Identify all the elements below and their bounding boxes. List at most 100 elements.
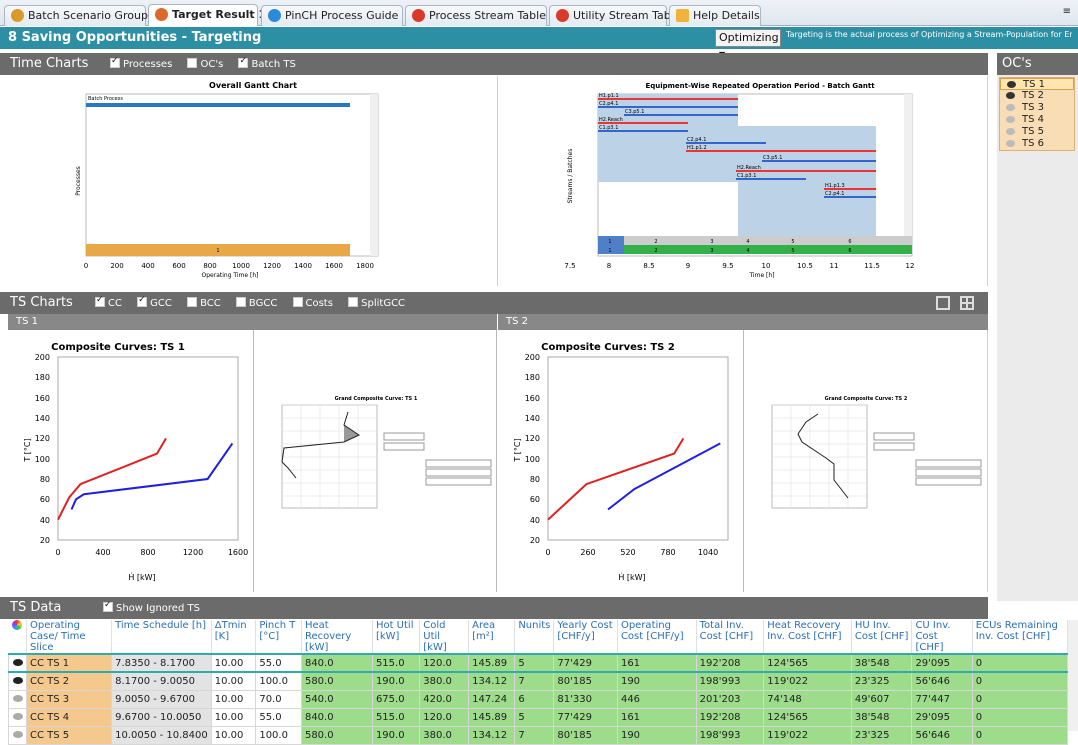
eye-icon[interactable] [12,658,23,666]
tab-target-result[interactable]: Target Result 1 () [148,4,280,26]
mode-dropdown[interactable]: Optimizing ▼ [715,29,781,59]
tab-overflow-icon[interactable]: ≡ [1063,6,1071,17]
table-cell: 80'185 [553,671,618,691]
column-header[interactable]: Hot Util [kW] [372,620,421,654]
costs-checkbox[interactable]: Costs [292,297,339,309]
grid-view-icon[interactable] [960,296,974,310]
column-header[interactable]: Total Inv. Cost [CHF] [696,620,765,654]
svg-text:6: 6 [848,239,851,245]
table-cell: 0 [971,689,1069,709]
column-header[interactable]: Heat Recovery Inv. Cost [CHF] [763,620,852,654]
svg-text:140: 140 [35,414,50,423]
table-cell: 56'646 [911,671,973,691]
ts2-tab[interactable]: TS 2 [498,314,988,330]
table-cell: 201'203 [695,689,765,709]
splitgcc-checkbox[interactable]: SplitGCC [348,297,411,309]
table-cell: 49'607 [850,689,913,709]
show-ignored-checkbox[interactable]: Show Ignored TS [103,600,206,614]
tab-bar: Batch Scenario Group Target Result 1 () … [0,0,1078,26]
eye-icon[interactable] [12,712,23,720]
bcc-checkbox[interactable]: BCC [187,297,227,309]
list-item[interactable]: TS 6 [1000,138,1074,150]
grand-composite-ts2: Grand Composite Curve: TS 2 [771,396,982,509]
svg-text:6: 6 [848,248,851,254]
ts1-tab[interactable]: TS 1 [8,314,497,330]
column-header[interactable]: Yearly Cost [CHF/y] [553,620,618,654]
tab-utility-stream-table[interactable]: Utility Stream Table [549,5,681,26]
table-cell[interactable]: 10.00 [210,707,257,727]
y-label: T [°C] [23,438,32,462]
column-header[interactable]: CU Inv. Cost [CHF] [911,620,973,654]
bgcc-checkbox[interactable]: BGCC [235,297,283,309]
column-header[interactable]: Nunits [514,620,555,654]
processes-checkbox[interactable]: Processes [110,56,178,70]
table-row[interactable]: CC TS 4 9.6700 - 10.0050 10.00 55.0 840.0 515… [8,707,1069,727]
cc-checkbox[interactable]: CC [95,295,128,309]
ts-data-table: Operating Case/ Time Slice Time Schedule … [8,620,1069,745]
svg-text:2: 2 [654,248,657,254]
table-row[interactable]: CC TS 3 9.0050 - 9.6700 10.00 70.0 540.0 675.… [8,689,1069,709]
table-cell[interactable]: 10.00 [210,689,257,709]
table-row[interactable]: CC TS 5 10.0050 - 10.8400 10.00 100.0 580.0 1… [8,725,1069,745]
table-cell: 840.0 [300,707,373,727]
ts-charts-bar: TS Charts CC GCC BCC BGCC Costs SplitGCC [0,292,988,314]
scrollbar[interactable] [370,94,378,256]
gcc-checkbox[interactable]: GCC [137,295,178,309]
list-item[interactable]: TS 5 [1000,126,1074,138]
eye-icon[interactable] [12,676,23,684]
scrollbar[interactable] [904,94,912,236]
tab-process-stream-table[interactable]: Process Stream Table [405,5,547,26]
tab-pinch-process-guide[interactable]: PinCH Process Guide [261,5,403,26]
column-header[interactable]: Area [m²] [468,620,516,654]
list-item[interactable]: TS 2 [1000,90,1074,102]
gcc-ts2-panel: Grand Composite Curve: TS 2 [746,330,988,592]
ts-label: 1 [216,248,219,254]
column-header[interactable]: Pinch T [°C] [255,620,302,654]
ocs-checkbox[interactable]: OC's [187,58,229,70]
table-cell: 120.0 [419,707,470,727]
table-cell: 120.0 [419,653,470,673]
stream-icon [556,9,569,22]
tab-help-details[interactable]: Help Details [669,5,761,26]
column-header[interactable]: ΔTmin [K] [211,620,257,654]
table-cell: 190 [616,671,697,691]
x-label: Ḣ [kW] [618,572,645,582]
list-item[interactable]: TS 1 [1000,78,1074,90]
column-header[interactable]: Time Schedule [h] [111,620,212,654]
column-header[interactable]: Heat Recovery [kW] [301,620,373,654]
table-cell: 55.0 [255,707,302,727]
table-row[interactable]: CC TS 2 8.1700 - 9.0050 10.00 100.0 580.0 190… [8,671,1069,691]
batch-ts-checkbox[interactable]: Batch TS [238,56,301,70]
table-cell: 134.12 [468,671,516,691]
svg-text:11: 11 [830,262,839,270]
tab-batch-scenario-group[interactable]: Batch Scenario Group [4,5,148,26]
section-title: TS Data [10,600,62,615]
gcc-controls [383,432,492,486]
column-header[interactable]: Operating Cost [CHF/y] [617,620,697,654]
column-header[interactable]: HU Inv. Cost [CHF] [851,620,913,654]
target-icon [155,8,168,21]
list-view-icon[interactable] [936,296,950,310]
column-header[interactable]: ECUs Remaining Inv. Cost [CHF] [972,620,1069,654]
svg-text:20: 20 [530,536,540,545]
eye-icon[interactable] [12,694,23,702]
table-cell[interactable]: 10.00 [210,653,257,673]
svg-text:80: 80 [530,475,540,484]
table-row[interactable]: CC TS 1 7.8350 - 8.1700 10.00 55.0 840.0 515.… [8,653,1069,673]
column-header[interactable]: Cold Util [kW] [419,620,470,654]
color-wheel-icon [8,620,27,654]
svg-text:160: 160 [525,394,540,403]
table-cell: 29'095 [911,707,973,727]
oc-panel: OC's TS 1 TS 2 TS 3 TS 4 TS 5 TS 6 [997,53,1078,601]
table-cell[interactable]: 10.00 [210,725,257,745]
table-cell: CC TS 3 [25,689,113,709]
table-cell: 29'095 [911,653,973,673]
list-item[interactable]: TS 3 [1000,102,1074,114]
table-cell: 145.89 [468,707,516,727]
column-header[interactable]: Operating Case/ Time Slice [26,620,113,654]
table-scrollbar[interactable] [1068,620,1078,731]
eye-icon[interactable] [12,730,23,738]
svg-text:1000: 1000 [232,262,250,270]
table-cell[interactable]: 10.00 [210,671,257,691]
list-item[interactable]: TS 4 [1000,114,1074,126]
